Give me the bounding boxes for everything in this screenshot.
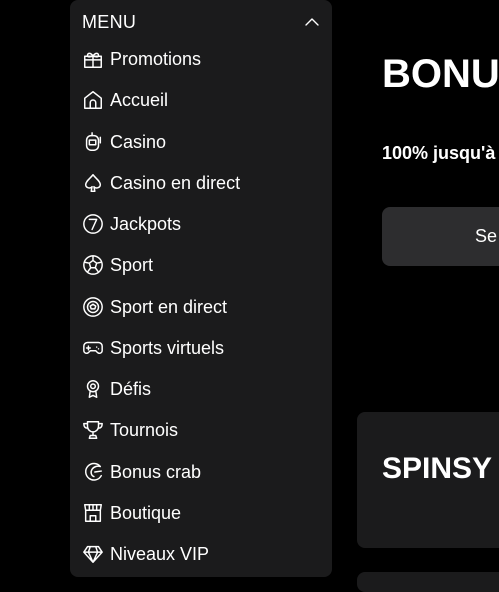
hero-subtitle: 100% jusqu'à bbox=[382, 143, 496, 163]
trophy-icon bbox=[81, 418, 105, 442]
chevron-up-icon[interactable] bbox=[304, 14, 320, 30]
menu-item-accueil[interactable]: Accueil bbox=[81, 86, 321, 114]
spade-icon bbox=[81, 171, 105, 195]
seven-icon bbox=[81, 212, 105, 236]
side-menu: MENU Promotions Accueil Casino Casino en… bbox=[70, 0, 332, 577]
menu-item-defis[interactable]: Défis bbox=[81, 375, 321, 403]
medal-icon bbox=[81, 377, 105, 401]
menu-title: MENU bbox=[82, 11, 137, 32]
live-ball-icon bbox=[81, 295, 105, 319]
menu-item-casino[interactable]: Casino bbox=[81, 128, 321, 156]
menu-header[interactable]: MENU bbox=[82, 10, 320, 34]
menu-item-sport[interactable]: Sport bbox=[81, 251, 321, 279]
gift-icon bbox=[81, 47, 105, 71]
menu-item-casino-en-direct[interactable]: Casino en direct bbox=[81, 169, 321, 197]
shop-icon bbox=[81, 501, 105, 525]
menu-item-bonus-crab[interactable]: Bonus crab bbox=[81, 458, 321, 486]
menu-item-sport-en-direct[interactable]: Sport en direct bbox=[81, 293, 321, 321]
gamepad-icon bbox=[81, 336, 105, 360]
diamond-icon bbox=[81, 542, 105, 566]
claw-icon bbox=[81, 460, 105, 484]
promo-card-next[interactable] bbox=[357, 572, 499, 592]
hero-title: BONU bbox=[382, 52, 499, 96]
menu-item-sports-virtuels[interactable]: Sports virtuels bbox=[81, 334, 321, 362]
promo-card-title: SPINSY bbox=[382, 452, 493, 485]
slot-machine-icon bbox=[81, 130, 105, 154]
menu-item-jackpots[interactable]: Jackpots bbox=[81, 210, 321, 238]
menu-item-boutique[interactable]: Boutique bbox=[81, 499, 321, 527]
menu-item-promotions[interactable]: Promotions bbox=[81, 45, 321, 73]
home-icon bbox=[81, 88, 105, 112]
menu-item-niveaux-vip[interactable]: Niveaux VIP bbox=[81, 540, 321, 568]
hero-cta-button[interactable]: Se bbox=[382, 207, 499, 266]
soccer-ball-icon bbox=[81, 253, 105, 277]
menu-item-tournois[interactable]: Tournois bbox=[81, 416, 321, 444]
promo-card[interactable]: SPINSY bbox=[357, 412, 499, 548]
